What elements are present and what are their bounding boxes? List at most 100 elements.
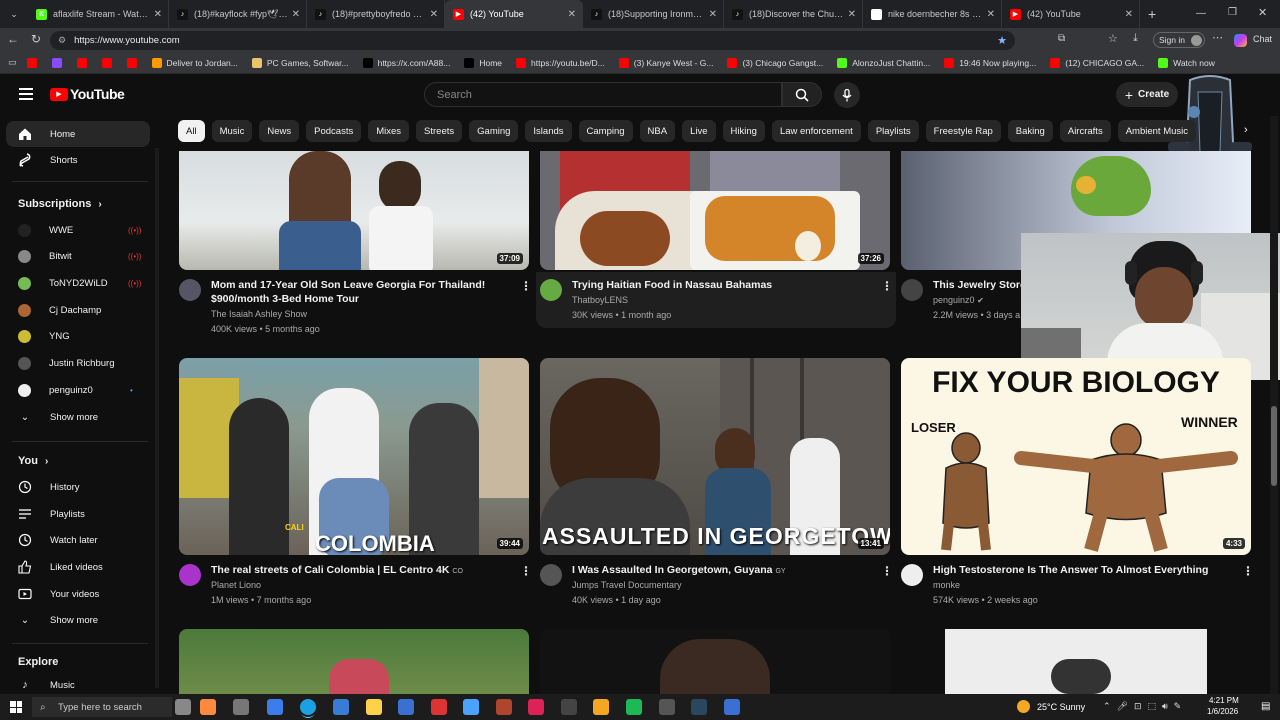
channel-name[interactable]: monke — [933, 580, 960, 590]
video-thumbnail[interactable]: FIX YOUR BIOLOGY LOSER WINNER 4:33 — [901, 358, 1251, 555]
new-tab-button[interactable]: + — [1148, 6, 1156, 22]
filter-chip[interactable]: Islands — [525, 120, 572, 142]
sidebar-subscription-item[interactable]: YNG — [0, 324, 150, 350]
hamburger-menu-icon[interactable] — [19, 88, 33, 100]
video-thumbnail[interactable]: CALI COLOMBIA 39:44 — [179, 358, 529, 555]
file-explorer-icon[interactable] — [366, 699, 382, 715]
clock-time[interactable]: 4:21 PM — [1209, 696, 1239, 705]
notification-center-icon[interactable]: ▤ — [1261, 701, 1270, 712]
browser-tab[interactable]: Kaflaxlife Stream - Watch Live ✕ — [28, 0, 169, 28]
kick-app-icon[interactable] — [561, 699, 577, 715]
minimize-window-icon[interactable]: — — [1196, 8, 1206, 19]
video-thumbnail[interactable] — [179, 629, 529, 694]
tab-close-icon[interactable]: ✕ — [848, 9, 856, 20]
browser-tab[interactable]: ♪ (18)Discover the Chunky Du ✕ — [724, 0, 863, 28]
channel-avatar[interactable] — [179, 279, 201, 301]
bookmark-item[interactable]: https://x.com/A88... — [362, 57, 450, 68]
browser-tab[interactable]: ♪ (18)#kayflock #fyp🕊 #foryo ✕ — [169, 0, 307, 28]
chips-next-arrow-icon[interactable]: › — [1244, 124, 1248, 136]
sidebar-subscription-item[interactable]: Bitwit ((•)) — [0, 244, 150, 270]
video-title[interactable]: This Jewelry Store — [933, 278, 1033, 292]
browser-tab[interactable]: ♪ (18)Supporting Ironmouse: 1 ✕ — [583, 0, 724, 28]
weather-icon[interactable] — [1017, 700, 1030, 713]
video-thumbnail[interactable]: 37:26 — [540, 151, 890, 270]
bookmark-item[interactable] — [126, 57, 142, 68]
filter-chip[interactable]: Mixes — [368, 120, 410, 142]
sidebar-subscription-item[interactable]: Cj Dachamp — [0, 297, 150, 323]
steam-icon[interactable] — [691, 699, 707, 715]
youtube-logo[interactable]: ▶ YouTube — [50, 86, 125, 102]
app-icon[interactable] — [496, 699, 512, 715]
bookmark-item[interactable] — [26, 57, 42, 68]
app-icon[interactable] — [463, 699, 479, 715]
maximize-window-icon[interactable]: ❐ — [1228, 7, 1237, 18]
sidebar-scrollbar[interactable] — [155, 148, 159, 688]
close-window-icon[interactable]: ✕ — [1258, 6, 1267, 19]
tab-close-icon[interactable]: ✕ — [568, 9, 576, 20]
filter-chip[interactable]: Podcasts — [306, 120, 362, 142]
downloads-icon[interactable]: ⤓ — [1133, 32, 1138, 45]
bookmark-item[interactable]: 19:46 Now playing... — [944, 57, 1036, 68]
sign-in-button[interactable]: Sign in — [1153, 32, 1205, 48]
copilot-icon[interactable] — [1234, 34, 1247, 47]
filter-chip[interactable]: Freestyle Rap — [925, 120, 1001, 142]
bookmark-star-icon[interactable]: ★ — [997, 34, 1007, 47]
search-input[interactable]: Search — [424, 82, 782, 107]
edge-spotlight-icon[interactable] — [200, 699, 216, 715]
more-actions-icon[interactable]: ⋮ — [1242, 564, 1254, 578]
clock-date[interactable]: 1/6/2026 — [1207, 707, 1238, 716]
browser-tab[interactable]: ▶ (42) YouTube ✕ — [1002, 0, 1140, 28]
bookmark-item[interactable]: (12) CHICAGO GA... — [1050, 57, 1144, 68]
app-icon[interactable] — [528, 699, 544, 715]
browser-tab[interactable]: ♪ (18)#prettyboyfredo #ssh | d ✕ — [307, 0, 445, 28]
browser-tab[interactable]: ▶ (42) YouTube ✕ — [445, 0, 583, 28]
filter-chip[interactable]: Baking — [1007, 120, 1053, 142]
site-info-icon[interactable]: ⚙ — [58, 35, 66, 46]
more-menu-icon[interactable]: ⋯ — [1212, 31, 1223, 44]
you-heading[interactable]: You › — [18, 455, 48, 467]
filter-chip[interactable]: Ambient Music — [1117, 120, 1197, 142]
video-thumbnail[interactable]: 37:09 — [179, 151, 529, 270]
more-actions-icon[interactable]: ⋮ — [520, 564, 532, 578]
channel-avatar[interactable] — [901, 279, 923, 301]
filter-chip[interactable]: Gaming — [469, 120, 519, 142]
store-icon[interactable] — [333, 699, 349, 715]
sidebar-item-liked-videos[interactable]: Liked videos — [0, 554, 150, 580]
channel-avatar[interactable] — [179, 564, 201, 586]
channel-name[interactable]: The Isaiah Ashley Show — [211, 309, 307, 319]
bookmark-item[interactable]: Deliver to Jordan... — [151, 57, 238, 68]
filter-chip[interactable]: Streets — [416, 120, 463, 142]
tab-close-icon[interactable]: ✕ — [709, 9, 717, 20]
bookmark-item[interactable]: PC Games, Softwar... — [251, 57, 349, 68]
filter-chip[interactable]: All — [178, 120, 205, 142]
more-actions-icon[interactable]: ⋮ — [881, 279, 893, 293]
favorites-icon[interactable]: ☆ — [1108, 32, 1118, 45]
bookmark-item[interactable]: https://youtu.be/D... — [516, 57, 605, 68]
bookmark-item[interactable] — [51, 57, 67, 68]
tab-close-icon[interactable]: ✕ — [1125, 9, 1133, 20]
video-title[interactable]: I Was Assaulted In Georgetown, Guyana GY — [572, 563, 872, 579]
bookmark-item[interactable]: Home — [464, 57, 502, 68]
gaming-app-icon[interactable] — [175, 699, 191, 715]
video-title[interactable]: Trying Haitian Food in Nassau Bahamas — [572, 278, 872, 292]
app-icon[interactable] — [431, 699, 447, 715]
you-show-more[interactable]: ⌄ Show more — [0, 607, 150, 633]
sidebar-item-shorts[interactable]: Shorts — [0, 147, 150, 173]
bookmark-sidebar-icon[interactable]: ▭ — [8, 57, 17, 68]
sidebar-subscription-item[interactable]: ToNYD2WiLD ((•)) — [0, 270, 150, 296]
video-thumbnail[interactable] — [540, 629, 890, 694]
video-title[interactable]: High Testosterone Is The Answer To Almos… — [933, 563, 1233, 577]
system-tray-icons[interactable]: ⌃🎤︎⊡⬚🔊︎✎ — [1103, 701, 1187, 712]
sidebar-subscription-item[interactable]: Justin Richburg — [0, 351, 150, 377]
discord-icon[interactable] — [724, 699, 740, 715]
filter-chip[interactable]: News — [259, 120, 300, 142]
task-view-icon[interactable] — [233, 699, 249, 715]
video-title[interactable]: Mom and 17-Year Old Son Leave Georgia Fo… — [211, 278, 501, 306]
bookmark-item[interactable]: (3) Chicago Gangst... — [727, 57, 823, 68]
extensions-icon[interactable]: ⧉ — [1058, 33, 1065, 44]
sidebar-subscription-item[interactable]: WWE ((•)) — [0, 217, 150, 243]
filter-chip[interactable]: Live — [682, 120, 716, 142]
sidebar-subscription-item[interactable]: penguinz0 • — [0, 377, 150, 403]
filter-chip[interactable]: Aircrafts — [1059, 120, 1111, 142]
filter-chip[interactable]: Hiking — [722, 120, 765, 142]
